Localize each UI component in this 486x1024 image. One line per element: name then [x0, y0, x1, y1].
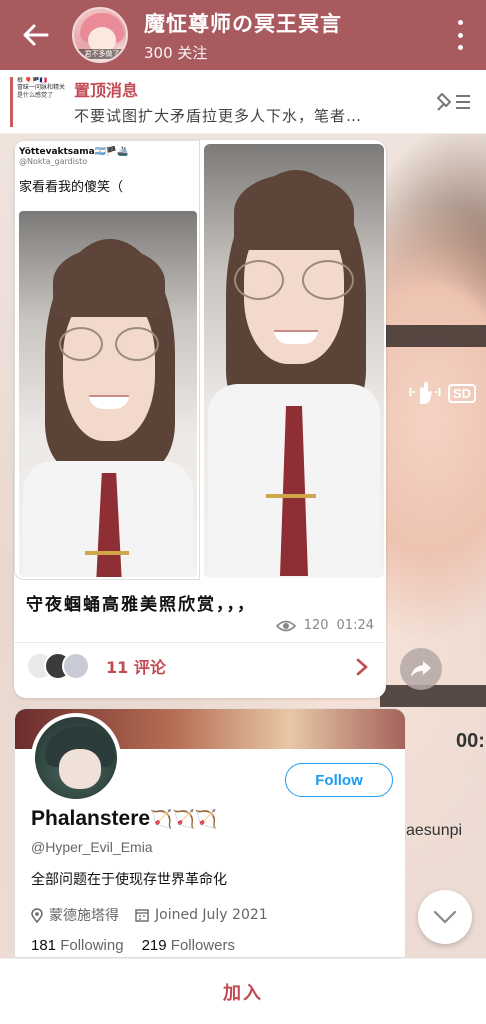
- chat-header: 君不多做了 魔怔尊师の冥王冥言 300 关注: [0, 0, 486, 70]
- profile-location: 蒙德施塔得: [49, 908, 119, 924]
- background-video-controls: SD: [408, 378, 486, 408]
- location-pin-icon: [31, 907, 43, 923]
- profile-name-emoji: 🏹🏹🏹: [150, 809, 218, 829]
- channel-subscriber-count: 300 关注: [144, 43, 208, 62]
- channel-title: 魔怔尊师の冥王冥言: [144, 11, 342, 36]
- background-watermark: aesunpi: [406, 822, 463, 839]
- avatar-caption: 君不多做了: [74, 49, 126, 59]
- channel-avatar[interactable]: 君不多做了: [72, 7, 128, 63]
- share-arrow-icon: [411, 661, 431, 677]
- post-meta: 120 01:24: [275, 618, 374, 633]
- background-stripe: [380, 685, 486, 707]
- join-channel-bar[interactable]: 加入: [0, 958, 486, 1024]
- followers-label: Followers: [170, 937, 235, 954]
- share-button[interactable]: [400, 648, 442, 690]
- hand-icon: [409, 382, 441, 404]
- join-button[interactable]: 加入: [223, 979, 263, 1005]
- profile-handle: @Hyper_Evil_Emia: [31, 839, 153, 855]
- profile-bio: 全部问题在于使现存世界革命化: [31, 872, 227, 888]
- post-time: 01:24: [336, 618, 374, 633]
- selfie-photo: [19, 211, 197, 577]
- following-count: 181: [31, 937, 57, 954]
- follow-button: Follow: [285, 763, 393, 797]
- eye-icon: [275, 620, 296, 631]
- pinned-thumb-text: 冒昧一问脉和精关: [17, 84, 66, 91]
- tweet-text: 家看看我的傻笑（: [19, 180, 124, 195]
- back-button[interactable]: [0, 0, 72, 70]
- chevron-right-icon[interactable]: [356, 658, 368, 676]
- post-caption: 守夜蝈蛹高雅美照欣赏，，，: [26, 595, 256, 615]
- following-label: Following: [60, 937, 124, 954]
- post-image-right[interactable]: [204, 144, 384, 578]
- arrow-left-icon: [23, 24, 49, 46]
- commenter-avatar: [62, 652, 90, 680]
- sd-badge: SD: [448, 383, 477, 403]
- background-timecode: 00:: [456, 730, 485, 752]
- profile-joined: Joined July 2021: [155, 907, 268, 923]
- pinned-title: 置顶消息: [74, 81, 139, 100]
- pinned-thumb-text: 是什么感觉了: [17, 91, 54, 99]
- divider: [14, 642, 386, 643]
- background-stripe: [380, 325, 486, 347]
- post-image-left[interactable]: Yöttevaktsama🇦🇷🏴🚢 @Nokta_gardisto 家看看我的傻…: [14, 140, 200, 580]
- profile-avatar: [31, 713, 121, 803]
- profile-name-text: Phalanstere: [31, 807, 151, 830]
- pinned-thumb-text: 根 🎈🏴🇫🇷: [17, 76, 48, 84]
- pinned-thumbnail: 根 🎈🏴🇫🇷 冒昧一问脉和精关 是什么感觉了: [10, 76, 66, 127]
- scroll-down-button[interactable]: [418, 890, 472, 944]
- post-message-card[interactable]: Yöttevaktsama🇦🇷🏴🚢 @Nokta_gardisto 家看看我的傻…: [14, 140, 386, 698]
- profile-screenshot-card[interactable]: Follow Phalanstere🏹🏹🏹 @Hyper_Evil_Emia 全…: [14, 708, 406, 958]
- pinned-list-icon[interactable]: [434, 90, 472, 114]
- profile-info: 蒙德施塔得 Joined July 2021: [31, 905, 268, 925]
- view-count: 120: [303, 618, 329, 633]
- profile-follow-stats: 181 Following 219 Followers: [31, 937, 235, 954]
- profile-name: Phalanstere🏹🏹🏹: [31, 807, 217, 831]
- tweet-handle: @Nokta_gardisto: [19, 157, 88, 166]
- channel-titles[interactable]: 魔怔尊师の冥王冥言 300 关注: [144, 8, 342, 63]
- pinned-text: 不要试图扩大矛盾拉更多人下水，笔者…: [74, 107, 363, 125]
- pinned-message-bar[interactable]: 根 🎈🏴🇫🇷 冒昧一问脉和精关 是什么感觉了 置顶消息 不要试图扩大矛盾拉更多人…: [0, 70, 486, 134]
- calendar-icon: [135, 909, 149, 922]
- followers-count: 219: [141, 937, 167, 954]
- more-options-icon[interactable]: [456, 20, 464, 50]
- tweet-author: Yöttevaktsama🇦🇷🏴🚢: [19, 147, 129, 157]
- comment-count: 11 评论: [106, 658, 166, 677]
- chevron-down-icon: [433, 910, 457, 924]
- comments-button[interactable]: 11 评论: [26, 652, 166, 680]
